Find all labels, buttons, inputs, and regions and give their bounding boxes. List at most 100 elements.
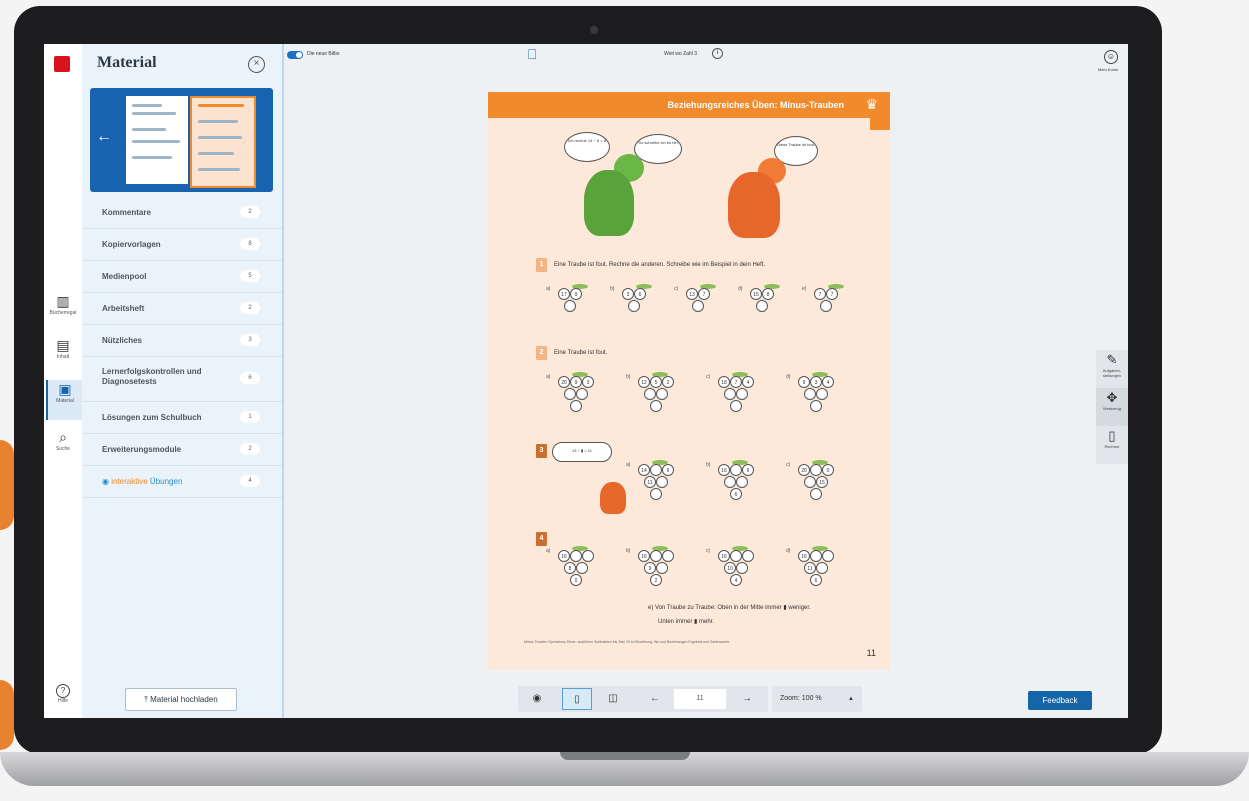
list-item-label: Arbeitsheft	[102, 304, 145, 313]
count-badge: 2	[240, 443, 260, 455]
rail-item-label: Inhalt	[56, 354, 70, 360]
close-icon[interactable]: ×	[248, 56, 265, 73]
single-page-icon[interactable]: ▯	[562, 688, 592, 710]
material-icon: ▣	[58, 381, 72, 397]
bookmark-icon[interactable]: ⎕	[528, 46, 536, 63]
list-item[interactable]: Lösungen zum Schulbuch 1	[82, 402, 282, 434]
new-bilbo-toggle[interactable]	[287, 51, 303, 59]
list-item-label: Lösungen zum Schulbuch	[102, 413, 202, 422]
feedback-button[interactable]: Feedback	[1028, 691, 1092, 710]
page-banner: Beziehungsreiches Üben: Minus-Trauben ♛	[488, 92, 890, 118]
grape-cluster: d) 16 11 6	[786, 546, 846, 596]
count-badge: 1	[240, 411, 260, 423]
grape-cluster: b) 16 9 2	[626, 546, 686, 596]
page-title: Beziehungsreiches Üben: Minus-Trauben	[667, 100, 844, 110]
list-item[interactable]: Medienpool 5	[82, 261, 282, 293]
task-1-icon: 1	[536, 258, 547, 272]
grape-cluster: b) 12 5 2	[626, 372, 686, 422]
count-badge: 5	[240, 270, 260, 282]
tool-label: Aufgaben-stellungen	[1102, 368, 1122, 378]
list-item-label: Kopiervorlagen	[102, 240, 161, 249]
panel-title: Material	[97, 54, 157, 71]
orange-dragon	[728, 172, 780, 238]
list-item[interactable]: Kopiervorlagen 8	[82, 229, 282, 261]
list-item-interactive-exercises[interactable]: ◉ interaktive Übungen 4	[82, 466, 282, 498]
prev-page-icon[interactable]: ←	[640, 688, 670, 710]
grape-cluster: c) 16 10 4	[706, 546, 766, 596]
page-number-input[interactable]: 11	[674, 689, 726, 709]
grape-cluster: e) 7 7	[802, 284, 850, 334]
rail-item-contents[interactable]: ▤ Inhalt	[46, 336, 80, 376]
info-icon[interactable]: i	[712, 48, 723, 59]
grape-cluster: d) 15 8	[738, 284, 786, 334]
account-icon[interactable]: ☺	[1104, 50, 1118, 64]
list-item-label: Kommentare	[102, 208, 151, 217]
small-dragon	[600, 482, 626, 514]
laptop-notch	[560, 752, 690, 760]
rail-item-help[interactable]: ? Hilfe	[46, 684, 80, 714]
tool-label: Werkzeug	[1103, 406, 1121, 411]
camera-icon	[590, 26, 598, 34]
count-badge: 6	[240, 372, 260, 384]
toggle-label: Die neue Bilbo	[307, 51, 340, 57]
back-arrow-icon[interactable]: ←	[96, 128, 112, 146]
rail-item-search[interactable]: ⌕ Suche	[46, 428, 80, 468]
tool-tools[interactable]: ✥ Werkzeug	[1096, 388, 1128, 426]
grape-cluster: b) 3 6	[610, 284, 658, 334]
rail-item-label: Material	[56, 398, 74, 404]
list-item-label: Nützliches	[102, 336, 143, 345]
mascot-decoration	[0, 680, 14, 750]
tool-calculator[interactable]: ▯ Rechner	[1096, 426, 1128, 464]
book-icon: ▤	[56, 337, 70, 353]
thumbnail-page-left	[126, 96, 188, 184]
grape-cluster: a) 17 9	[546, 284, 594, 334]
book-thumbnail[interactable]: ←	[90, 88, 273, 192]
material-panel: Material × ← Kommentare 2 Kopiervorlagen…	[82, 44, 284, 718]
grape-cluster: d) 9 3 4	[786, 372, 846, 422]
zoom-control[interactable]: Zoom: 100 % ▲	[772, 686, 862, 712]
book-page: Beziehungsreiches Üben: Minus-Trauben ♛ …	[488, 92, 890, 670]
chevron-up-icon[interactable]: ▲	[848, 686, 854, 712]
grape-cluster: c) 13 7	[674, 284, 722, 334]
hint-bubble: 13 − ▮ = 11	[552, 442, 612, 462]
grape-cluster: c) 18 7 4	[706, 372, 766, 422]
task-4-icon: 4	[536, 532, 547, 546]
grape-cluster: c) 20 0 15	[786, 460, 846, 510]
list-item[interactable]: Arbeitsheft 2	[82, 293, 282, 325]
account-label: Mein Konto	[1098, 67, 1119, 72]
list-item[interactable]: Kommentare 2	[82, 197, 282, 229]
tool-tasks[interactable]: ✎ Aufgaben-stellungen	[1096, 350, 1128, 388]
green-dragon	[584, 170, 634, 236]
list-item-label: Medienpool	[102, 272, 147, 281]
list-item[interactable]: Erweiterungsmodule 2	[82, 434, 282, 466]
count-badge: 2	[240, 302, 260, 314]
help-label: Hilfe	[57, 698, 68, 704]
viewer-toolbar: ◉ ▯ ◫ ← 11 →	[518, 686, 768, 712]
double-page-icon[interactable]: ◫	[598, 688, 628, 710]
grape-cluster: a) 16 8 0	[546, 546, 606, 596]
edit-icon: ✎	[1106, 352, 1118, 367]
banner-tab	[870, 118, 890, 130]
task-4e-text: e) Von Traube zu Traube: Oben in der Mit…	[648, 605, 811, 611]
rail-item-material[interactable]: ▣ Material	[46, 380, 82, 420]
material-list: Kommentare 2 Kopiervorlagen 8 Medienpool…	[82, 197, 282, 498]
task-2-text: Eine Traube ist fout.	[554, 350, 608, 356]
upload-material-button[interactable]: ⤒ Material hochladen	[125, 688, 237, 711]
speech-bubble: Ich rechne 14 − 6 = 8	[564, 132, 610, 162]
right-toolbar: ✎ Aufgaben-stellungen ✥ Werkzeug ▯ Rechn…	[1096, 350, 1128, 464]
upload-label: Material hochladen	[150, 695, 218, 704]
list-item[interactable]: Lernerfolgskontrollen und Diagnosetests …	[82, 357, 282, 402]
help-icon: ?	[56, 684, 70, 698]
zoom-label: Zoom: 100 %	[780, 695, 822, 702]
eye-icon[interactable]: ◉	[522, 688, 552, 710]
grape-cluster: a) 14 6 11	[626, 460, 686, 510]
mascot-decoration	[0, 440, 14, 530]
list-item-label: ◉ interaktive Übungen	[102, 477, 183, 486]
list-item[interactable]: Nützliches 3	[82, 325, 282, 357]
next-page-icon[interactable]: →	[732, 688, 762, 710]
upload-icon: ⤒	[144, 695, 148, 704]
rail-item-bookshelf[interactable]: ▥ Bücherregal	[46, 292, 80, 332]
brand-logo	[54, 56, 70, 72]
nav-rail: ▥ Bücherregal ▤ Inhalt ▣ Material ⌕ Such…	[44, 44, 83, 718]
rail-item-label: Suche	[55, 446, 71, 452]
